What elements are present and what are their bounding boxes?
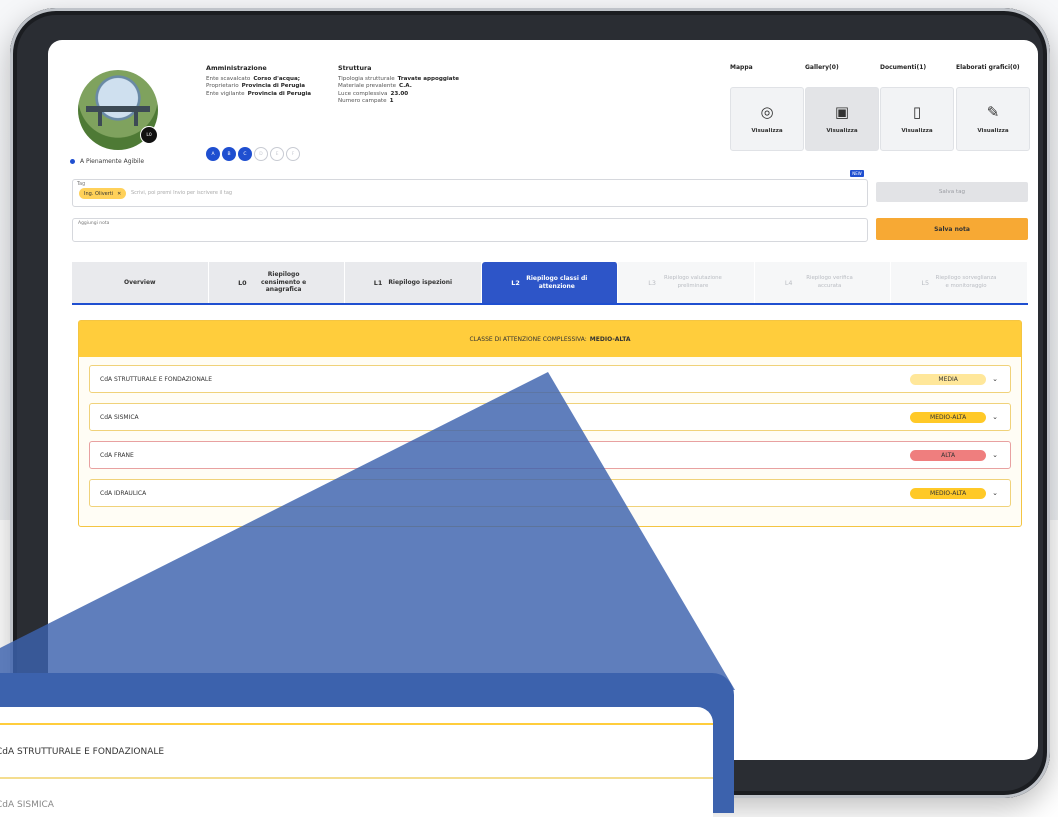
zoom-divider bbox=[0, 777, 713, 779]
zoom-content bbox=[0, 707, 713, 817]
zoom-row-label: CdA SISMICA bbox=[0, 800, 54, 810]
zoom-row-label: CdA STRUTTURALE E FONDAZIONALE bbox=[0, 747, 165, 757]
zoom-beam-shape bbox=[0, 372, 735, 690]
zoom-divider bbox=[0, 723, 713, 725]
